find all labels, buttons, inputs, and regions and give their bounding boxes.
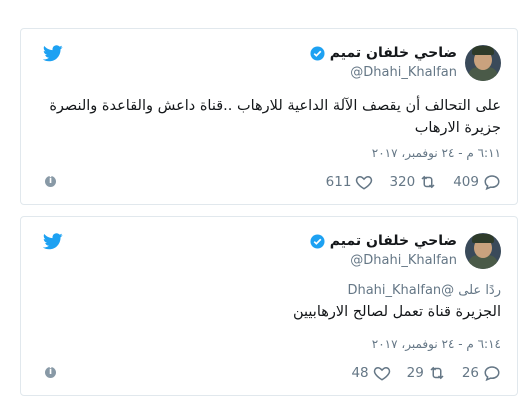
like-button[interactable]: 48 xyxy=(351,364,390,382)
twitter-bird-icon[interactable] xyxy=(43,233,63,250)
tweet-actions: 611 320 409 xyxy=(310,173,501,191)
retweet-icon xyxy=(430,366,444,380)
retweet-button[interactable]: 29 xyxy=(407,364,446,382)
avatar[interactable] xyxy=(465,45,501,81)
reply-count: 26 xyxy=(461,365,479,381)
heart-icon xyxy=(356,175,373,190)
author-handle[interactable]: @Dhahi_Khalfan xyxy=(350,65,457,80)
like-count: 48 xyxy=(351,365,369,381)
tweet-actions: 48 29 26 xyxy=(335,364,501,382)
twitter-bird-icon[interactable] xyxy=(43,45,63,62)
tweet-timestamp[interactable]: ٦:١٤ م - ٢٤ نوفمبر، ٢٠١٧ xyxy=(372,337,501,351)
reply-icon xyxy=(484,175,500,191)
heart-icon xyxy=(373,366,390,381)
reply-button[interactable]: 409 xyxy=(453,173,501,191)
verified-badge-icon xyxy=(310,45,325,61)
author-name-row[interactable]: ضاحي خلفان تميم xyxy=(310,233,457,249)
retweet-count: 29 xyxy=(406,365,424,381)
info-icon[interactable]: i xyxy=(45,176,56,187)
author-name-row[interactable]: ضاحي خلفان تميم xyxy=(310,45,457,61)
reply-count: 409 xyxy=(453,174,479,190)
reply-icon xyxy=(484,366,500,382)
tweet-card[interactable]: ضاحي خلفان تميم @Dhahi_Khalfan ردًا على … xyxy=(20,216,518,396)
avatar[interactable] xyxy=(465,233,501,269)
tweet-text: الجزيرة قناة تعمل لصالح الارهابيين xyxy=(293,304,501,320)
reply-to-label[interactable]: ردًا على @Dhahi_Khalfan xyxy=(347,283,501,298)
retweet-button[interactable]: 320 xyxy=(389,173,437,191)
like-count: 611 xyxy=(325,174,352,190)
verified-badge-icon xyxy=(310,233,325,249)
retweet-count: 320 xyxy=(389,174,416,190)
author-name[interactable]: ضاحي خلفان تميم xyxy=(330,233,457,249)
tweet-text: على التحالف أن يقصف الآلة الداعية للارها… xyxy=(49,98,501,136)
author-name[interactable]: ضاحي خلفان تميم xyxy=(330,45,457,61)
retweet-icon xyxy=(421,175,435,189)
like-button[interactable]: 611 xyxy=(326,173,374,191)
tweet-card[interactable]: ضاحي خلفان تميم @Dhahi_Khalfan على التحا… xyxy=(20,28,518,205)
tweet-timestamp[interactable]: ٦:١١ م - ٢٤ نوفمبر، ٢٠١٧ xyxy=(372,146,501,160)
reply-button[interactable]: 26 xyxy=(462,364,501,382)
author-handle[interactable]: @Dhahi_Khalfan xyxy=(350,253,457,268)
info-icon[interactable]: i xyxy=(45,367,56,378)
